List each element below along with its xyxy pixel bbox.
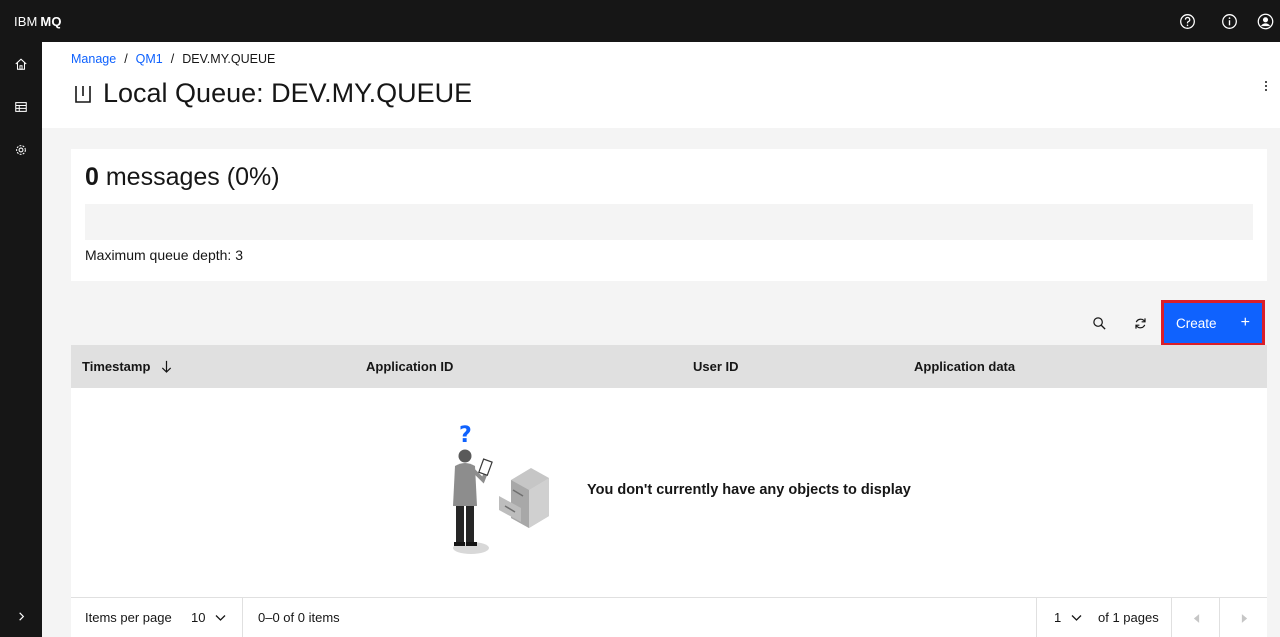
column-header-user-id[interactable]: User ID: [693, 345, 739, 388]
column-label: Application ID: [366, 359, 454, 374]
items-per-page-label: Items per page: [85, 610, 172, 625]
brand-prefix: IBM: [14, 13, 38, 29]
page-size-value: 10: [191, 610, 206, 625]
breadcrumb-separator: /: [124, 52, 128, 66]
page-value: 1: [1054, 610, 1062, 625]
queue-depth-card: 0 messages (0%) Maximum queue depth: 3: [71, 149, 1267, 281]
search-button[interactable]: [1079, 306, 1119, 340]
depth-progress-bar: [85, 204, 1253, 240]
add-icon: +: [1240, 314, 1250, 331]
page-title: Local Queue: DEV.MY.QUEUE: [71, 78, 472, 109]
nav-table[interactable]: [0, 85, 42, 128]
chevron-right-icon: [18, 611, 24, 621]
nav-home[interactable]: [0, 42, 42, 85]
table-toolbar: Create +: [71, 300, 1267, 346]
overflow-dot: [1265, 89, 1267, 91]
svg-text:?: ?: [459, 423, 472, 448]
page-title-text: Local Queue: DEV.MY.QUEUE: [103, 78, 473, 108]
overflow-menu-button[interactable]: [1260, 76, 1272, 96]
nav-expand-button[interactable]: [0, 595, 42, 637]
empty-state-message: You don't currently have any objects to …: [587, 482, 911, 498]
table-icon: [15, 101, 27, 112]
column-label: User ID: [693, 359, 739, 374]
brand-product: MQ: [40, 13, 62, 29]
breadcrumb: Manage / QM1 / DEV.MY.QUEUE: [71, 52, 275, 66]
pagination: Items per page 10 0–0 of 0 items 1 of 1 …: [71, 597, 1267, 637]
pagination-divider: [242, 598, 243, 637]
help-button[interactable]: [1166, 0, 1208, 42]
top-bar: IBM MQ: [0, 0, 1280, 42]
page-size-select[interactable]: 10: [191, 610, 226, 625]
messages-table: Create + Timestamp Application ID User I…: [71, 300, 1267, 637]
pagination-divider: [1036, 598, 1037, 637]
side-nav: [0, 42, 42, 637]
refresh-button[interactable]: [1120, 306, 1160, 340]
breadcrumb-qm1[interactable]: QM1: [136, 52, 163, 66]
user-button[interactable]: [1250, 0, 1280, 42]
settings-icon: [16, 144, 26, 155]
help-icon: [1179, 13, 1195, 29]
top-actions: [1166, 0, 1280, 42]
caret-right-icon: [1241, 613, 1247, 623]
arrow-down-icon: [162, 360, 172, 373]
caret-left-icon: [1193, 613, 1199, 623]
depth-summary-text: messages (0%): [105, 163, 280, 191]
column-header-application-data[interactable]: Application data: [914, 345, 1015, 388]
items-range: 0–0 of 0 items: [258, 610, 340, 625]
column-header-application-id[interactable]: Application ID: [366, 345, 453, 388]
create-button[interactable]: Create +: [1161, 300, 1265, 346]
column-label: Application data: [914, 359, 1016, 374]
message-count: 0: [85, 163, 99, 191]
page-count: of 1 pages: [1098, 610, 1159, 625]
home-icon: [15, 57, 27, 70]
table-body: ? You don't currently have any objects t…: [71, 388, 1267, 597]
nav-settings[interactable]: [0, 128, 42, 171]
chevron-down-icon: [1071, 614, 1082, 621]
info-icon: [1221, 13, 1237, 29]
depth-summary: 0 messages (0%): [85, 163, 280, 192]
next-page-button[interactable]: [1220, 598, 1268, 637]
column-header-timestamp[interactable]: Timestamp: [82, 345, 173, 388]
breadcrumb-separator: /: [170, 52, 175, 66]
breadcrumb-manage[interactable]: Manage: [71, 52, 116, 66]
search-icon: [1092, 316, 1106, 330]
overflow-dot: [1265, 85, 1267, 87]
brand[interactable]: IBM MQ: [14, 14, 62, 29]
queue-icon: [75, 85, 91, 103]
info-button[interactable]: [1208, 0, 1250, 42]
create-button-label: Create: [1176, 315, 1217, 331]
table-header: Timestamp Application ID User ID Applica…: [71, 345, 1267, 388]
chevron-down-icon: [216, 614, 226, 621]
page-select[interactable]: 1: [1054, 610, 1082, 625]
user-icon: [1257, 13, 1273, 29]
previous-page-button[interactable]: [1172, 598, 1220, 637]
overflow-dot: [1265, 81, 1267, 83]
page-header: Manage / QM1 / DEV.MY.QUEUE Local Queue:…: [42, 42, 1280, 128]
empty-state-illustration: ?: [453, 423, 549, 554]
refresh-icon: [1134, 317, 1146, 329]
column-label: Timestamp: [82, 359, 151, 374]
breadcrumb-current: DEV.MY.QUEUE: [182, 52, 276, 66]
max-queue-depth: Maximum queue depth: 3: [85, 247, 243, 263]
